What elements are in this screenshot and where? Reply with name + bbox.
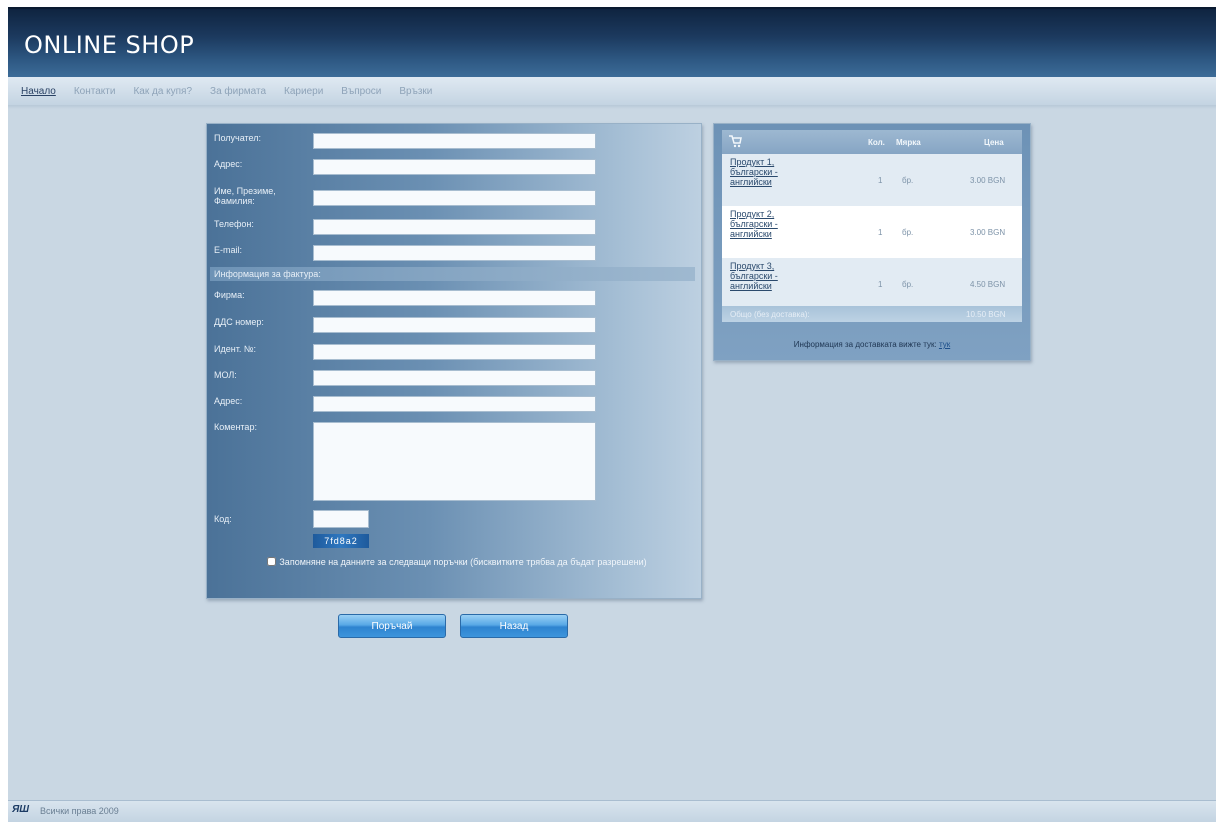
invoice-address-input[interactable] [313, 396, 596, 412]
vat-label: ДДС номер: [214, 317, 264, 327]
company-label: Фирма: [214, 290, 245, 300]
code-label: Код: [214, 514, 232, 524]
cart-item-price: 3.00 BGN [970, 228, 1006, 237]
nav-item-contacts[interactable]: Контакти [65, 86, 125, 97]
cart-item-qty: 1 [878, 280, 883, 289]
order-button[interactable]: Поръчай [338, 614, 446, 638]
cart-item-unit: бр. [902, 176, 914, 185]
phone-label: Телефон: [214, 219, 254, 229]
cart-price-header: Цена [984, 138, 1004, 147]
footer-copyright: Всички права 2009 [40, 806, 119, 816]
cart-item-name[interactable]: Продукт 1, български - английски [730, 157, 800, 187]
nav-item-about[interactable]: За фирмата [201, 86, 275, 97]
address-label: Адрес: [214, 159, 243, 169]
comment-textarea[interactable] [313, 422, 596, 501]
cart-row: Продукт 1, български - английски 1 бр. 3… [722, 154, 1022, 206]
footer-logo: ЯШ [12, 804, 30, 815]
email-label: E-mail: [214, 245, 243, 255]
vat-input[interactable] [313, 317, 596, 333]
address-input[interactable] [313, 159, 596, 175]
cart-header: Кол. Мярка Цена [722, 130, 1022, 154]
company-input[interactable] [313, 290, 596, 306]
cart-item-name[interactable]: Продукт 2, български - английски [730, 209, 800, 239]
cart-item-qty: 1 [878, 176, 883, 185]
order-form: Получател: Адрес: Име, Презиме, Фамилия:… [206, 123, 702, 599]
site-logo[interactable]: ONLINE SHOP [24, 31, 194, 59]
cart-row: Продукт 3, български - английски 1 бр. 4… [722, 258, 1022, 306]
cart-panel: Кол. Мярка Цена Продукт 1, български - а… [713, 123, 1031, 361]
cart-total: Общо (без доставка): 10.50 BGN [722, 306, 1022, 322]
cart-item-unit: бр. [902, 228, 914, 237]
captcha-image: 7fd8a2 [313, 534, 369, 548]
cart-total-label: Общо (без доставка): [730, 310, 810, 319]
remember-option: Запомняне на данните за следващи поръчки… [237, 556, 677, 569]
cart-total-value: 10.50 BGN [966, 310, 1006, 319]
remember-text: Запомняне на данните за следващи поръчки… [279, 557, 647, 567]
cart-item-price: 4.50 BGN [970, 280, 1006, 289]
back-button[interactable]: Назад [460, 614, 568, 638]
cart-item-name[interactable]: Продукт 3, български - английски [730, 261, 800, 291]
id-label: Идент. №: [214, 344, 256, 354]
comment-label: Коментар: [214, 422, 257, 432]
full-name-label: Име, Презиме, Фамилия: [214, 186, 276, 206]
full-name-input[interactable] [313, 190, 596, 206]
mol-label: МОЛ: [214, 370, 237, 380]
code-input[interactable] [313, 510, 369, 528]
cart-icon [729, 135, 742, 148]
footer: ЯШ Всички права 2009 [8, 800, 1216, 822]
nav-item-questions[interactable]: Въпроси [332, 86, 390, 97]
phone-input[interactable] [313, 219, 596, 235]
cart-item-unit: бр. [902, 280, 914, 289]
recipient-label: Получател: [214, 133, 262, 143]
mol-input[interactable] [313, 370, 596, 386]
invoice-section-title: Информация за фактура: [210, 267, 695, 281]
delivery-note: Информация за доставката вижте тук: тук [714, 340, 1030, 349]
header: ONLINE SHOP [8, 7, 1216, 79]
nav-item-careers[interactable]: Кариери [275, 86, 332, 97]
cart-qty-header: Кол. [868, 138, 885, 147]
main-nav: Начало Контакти Как да купя? За фирмата … [8, 77, 1216, 106]
nav-item-home[interactable]: Начало [12, 86, 65, 97]
nav-item-how-to-buy[interactable]: Как да купя? [124, 86, 201, 97]
recipient-input[interactable] [313, 133, 596, 149]
email-input[interactable] [313, 245, 596, 261]
invoice-address-label: Адрес: [214, 396, 243, 406]
cart-item-price: 3.00 BGN [970, 176, 1006, 185]
page: ONLINE SHOP Начало Контакти Как да купя?… [8, 7, 1216, 822]
id-input[interactable] [313, 344, 596, 360]
nav-shadow [8, 105, 1216, 109]
remember-checkbox[interactable] [267, 557, 277, 566]
cart-unit-header: Мярка [896, 138, 921, 147]
cart-row: Продукт 2, български - английски 1 бр. 3… [722, 206, 1022, 258]
delivery-link[interactable]: тук [939, 340, 950, 349]
cart-item-qty: 1 [878, 228, 883, 237]
nav-item-links[interactable]: Връзки [390, 86, 441, 97]
delivery-note-text: Информация за доставката вижте тук: [793, 340, 937, 349]
